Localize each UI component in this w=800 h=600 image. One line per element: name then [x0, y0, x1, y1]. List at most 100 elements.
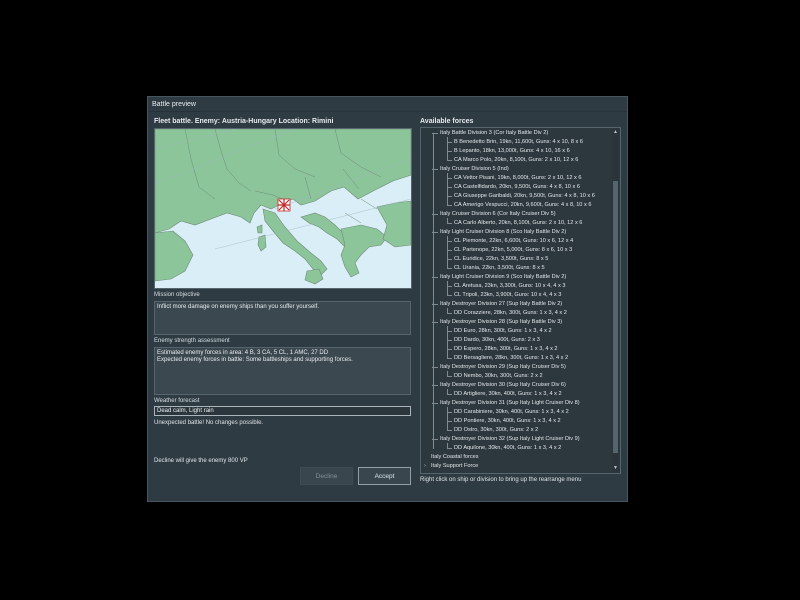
ship-label: DD Carabiniere, 30kn, 400t, Guns: 1 x 3,… — [454, 409, 569, 415]
tree-branch-line — [447, 326, 448, 358]
scroll-up-arrow-icon[interactable]: ▲ — [612, 129, 619, 136]
tree-branch-line — [447, 371, 448, 376]
tree-guide-line — [433, 133, 434, 449]
weather-forecast-label: Weather forecast — [154, 398, 200, 404]
dialog-title: Battle preview — [152, 101, 196, 108]
decline-vp-note: Decline will give the enemy 800 VP — [154, 458, 248, 464]
enemy-assessment-label: Enemy strength assessment — [154, 338, 230, 344]
tree-connector — [447, 295, 452, 296]
ship-label: CL Euridice, 22kn, 3,500t, Guns: 8 x 5 — [454, 256, 549, 262]
ship-label: B Lepanto, 18kn, 13,000t, Guns: 4 x 10, … — [454, 148, 570, 154]
ship-label: CA Castelfidardo, 20kn, 9,500t, Guns: 4 … — [454, 184, 580, 190]
tree-connector — [433, 439, 438, 440]
division-label: Italy Destroyer Division 30 (Sup Italy C… — [440, 382, 566, 388]
tree-branch-line — [447, 308, 448, 313]
mission-objective-text: Inflict more damage on enemy ships than … — [157, 304, 319, 310]
mission-objective-label: Mission objective — [154, 292, 200, 298]
tree-branch-line — [447, 137, 448, 160]
battle-map[interactable] — [154, 128, 412, 289]
ship-label: CA Giuseppe Garibaldi, 20kn, 9,500t, Gun… — [454, 193, 595, 199]
division-label: Italy Support Force — [431, 463, 479, 469]
ship-label: DD Aquilone, 30kn, 400t, Guns: 1 x 3, 4 … — [454, 445, 562, 451]
tree-scrollbar[interactable]: ▲ ▼ — [612, 129, 619, 472]
division-label: Italy Destroyer Division 31 (Sup Italy L… — [440, 400, 580, 406]
division-label: Italy Destroyer Division 29 (Sup Italy C… — [440, 364, 566, 370]
scroll-thumb[interactable] — [613, 181, 618, 453]
ship-label: DD Bersagliere, 28kn, 300t, Guns: 1 x 3,… — [454, 355, 569, 361]
tree-connector — [433, 367, 438, 368]
enemy-estimated-forces: Estimated enemy forces in area: 4 B, 3 C… — [157, 350, 329, 356]
ship-label: CA Marco Polo, 20kn, 8,100t, Guns: 2 x 1… — [454, 157, 579, 163]
enemy-assessment-box: Estimated enemy forces in area: 4 B, 3 C… — [154, 347, 411, 395]
ship-label: CA Vettor Pisani, 19kn, 8,000t, Guns: 2 … — [454, 175, 582, 181]
ship-label: DD Euro, 28kn, 300t, Guns: 1 x 3, 4 x 2 — [454, 328, 552, 334]
ship-label: CA Amerigo Vespucci, 20kn, 9,600t, Guns:… — [454, 202, 592, 208]
decline-button[interactable]: Decline — [300, 467, 353, 485]
ship-label: CL Urania, 22kn, 3,500t, Guns: 8 x 5 — [454, 265, 545, 271]
battle-preview-dialog: Battle preview Fleet battle. Enemy: Aust… — [147, 96, 628, 502]
available-forces-title: Available forces — [420, 118, 474, 125]
tree-connector — [447, 160, 452, 161]
tree-connector — [447, 268, 452, 269]
title-separator — [148, 111, 627, 112]
division-label: Italy Cruiser Division 6 (Cor Italy Crui… — [440, 211, 556, 217]
ship-label: DD Pontiere, 30kn, 400t, Guns: 1 x 3, 4 … — [454, 418, 561, 424]
map-svg — [155, 129, 411, 288]
ship-label: DD Dardo, 30kn, 400t, Guns: 2 x 3 — [454, 337, 540, 343]
tree-branch-line — [447, 236, 448, 268]
expand-arrow-icon[interactable]: › — [422, 462, 428, 471]
division-label: Italy Coastal forces — [431, 454, 479, 460]
ship-label: CL Piemonte, 22kn, 6,600t, Guns: 10 x 6,… — [454, 238, 574, 244]
tree-connector — [447, 394, 452, 395]
division-label: Italy Destroyer Division 27 (Sup Italy B… — [440, 301, 563, 307]
tree-connector — [447, 430, 452, 431]
division-label: Italy Cruiser Division 5 (Ind) — [440, 166, 509, 172]
tree-connector — [447, 223, 452, 224]
tree-connector — [447, 358, 452, 359]
ship-label: DD Corazziere, 28kn, 300t, Guns: 1 x 3, … — [454, 310, 567, 316]
division-label: Italy Destroyer Division 28 (Sup Italy B… — [440, 319, 563, 325]
ship-label: CL Tripoli, 23kn, 3,900t, Guns: 10 x 4, … — [454, 292, 562, 298]
tree-branch-line — [447, 218, 448, 223]
ship-label: DD Ostro, 30kn, 300t, Guns: 2 x 2 — [454, 427, 539, 433]
rearrange-hint: Right click on ship or division to bring… — [420, 477, 582, 483]
ship-label: B Benedetto Brin, 19kn, 11,600t, Guns: 4… — [454, 139, 583, 145]
tree-connector — [433, 322, 438, 323]
enemy-expected-forces: Expected enemy forces in battle: Some ba… — [157, 357, 353, 363]
battle-header: Fleet battle. Enemy: Austria-Hungary Loc… — [154, 118, 334, 125]
tree-connector — [433, 385, 438, 386]
tree-branch-line — [447, 407, 448, 430]
division-label: Italy Light Cruiser Division 9 (Sco Ital… — [440, 274, 567, 280]
ship-label: CL Partenope, 22kn, 5,000t, Guns: 8 x 6,… — [454, 247, 573, 253]
division-label: Italy Battle Division 3 (Cor Italy Battl… — [440, 130, 549, 136]
division-label: Italy Destroyer Division 32 (Sup Italy L… — [440, 436, 580, 442]
tree-connector — [433, 232, 438, 233]
tree-connector — [433, 169, 438, 170]
battle-cross-icon[interactable] — [277, 198, 291, 212]
tree-connector — [447, 313, 452, 314]
division-label: Italy Light Cruiser Division 8 (Sco Ital… — [440, 229, 567, 235]
unexpected-battle-note: Unexpected battle! No changes possible. — [154, 420, 264, 426]
weather-forecast-field: Dead calm, Light rain — [154, 406, 411, 416]
available-forces-tree[interactable]: ⌄Italy Battle Division 3 (Cor Italy Batt… — [420, 127, 621, 474]
ship-label: CA Carlo Alberto, 20kn, 8,100t, Guns: 2 … — [454, 220, 583, 226]
scroll-down-arrow-icon[interactable]: ▼ — [612, 465, 619, 472]
ship-label: DD Artigliere, 30kn, 400t, Guns: 1 x 3, … — [454, 391, 562, 397]
tree-connector — [433, 277, 438, 278]
ship-label: DD Espero, 28kn, 300t, Guns: 1 x 3, 4 x … — [454, 346, 558, 352]
accept-button[interactable]: Accept — [358, 467, 411, 485]
mission-objective-box: Inflict more damage on enemy ships than … — [154, 301, 411, 335]
ship-label: DD Nembo, 30kn, 300t, Guns: 2 x 2 — [454, 373, 543, 379]
tree-connector — [447, 448, 452, 449]
tree-connector — [433, 403, 438, 404]
tree-connector — [447, 376, 452, 377]
tree-branch-line — [447, 281, 448, 295]
ship-label: CL Aretusa, 23kn, 3,300t, Guns: 10 x 4, … — [454, 283, 566, 289]
tree-connector — [447, 205, 452, 206]
tree-branch-line — [447, 389, 448, 394]
tree-connector — [433, 133, 438, 134]
tree-branch-line — [447, 443, 448, 448]
tree-branch-line — [447, 173, 448, 205]
tree-connector — [433, 304, 438, 305]
tree-connector — [433, 214, 438, 215]
